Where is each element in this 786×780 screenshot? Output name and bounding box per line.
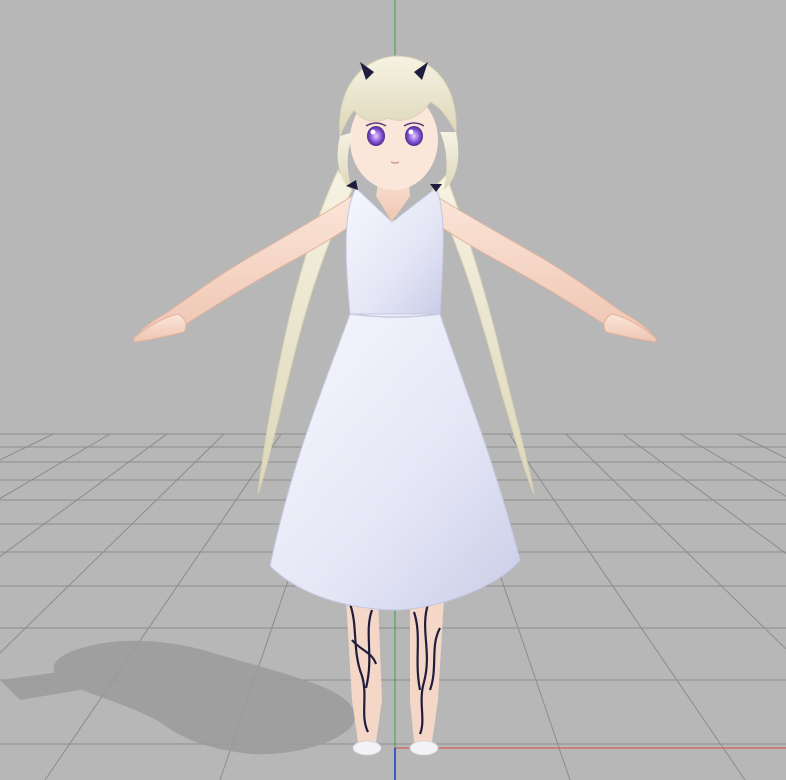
right-eye	[405, 126, 423, 146]
grid-line-v	[0, 433, 111, 500]
scene-canvas[interactable]	[0, 0, 786, 780]
right-sandal	[409, 740, 439, 756]
grid-line-v	[622, 433, 786, 555]
grid-line-v	[679, 433, 786, 497]
grid-line-v	[736, 433, 786, 459]
grid-line-v	[565, 433, 786, 650]
grid-line-v	[0, 433, 54, 461]
grid-line-v	[0, 433, 168, 558]
grid-line-v	[508, 433, 746, 780]
left-eye	[367, 126, 385, 146]
3d-viewport[interactable]	[0, 0, 786, 780]
left-sandal	[352, 740, 382, 756]
model-shadow	[0, 640, 355, 755]
head	[337, 55, 459, 192]
